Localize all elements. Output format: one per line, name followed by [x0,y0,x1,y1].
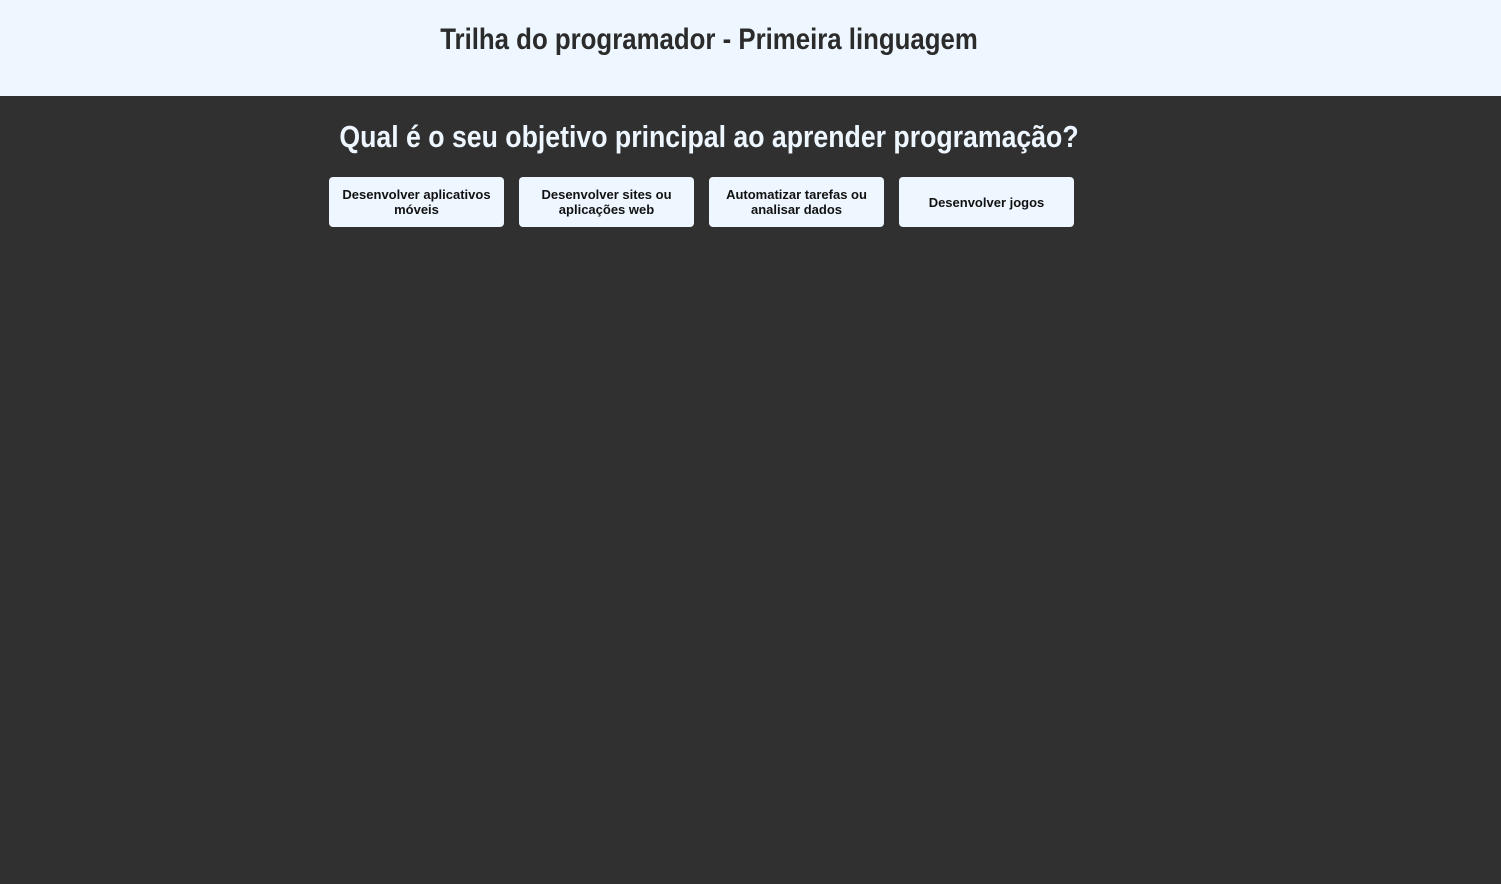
option-mobile-apps-button[interactable]: Desenvolver aplicativos móveis [329,177,504,227]
answer-options: Desenvolver aplicativos móveis Desenvolv… [329,177,1074,227]
page-title: Trilha do programador - Primeira linguag… [440,23,978,56]
option-automation-data-button[interactable]: Automatizar tarefas ou analisar dados [709,177,884,227]
option-games-button[interactable]: Desenvolver jogos [899,177,1074,227]
option-web-sites-button[interactable]: Desenvolver sites ou aplicações web [519,177,694,227]
quiz-section: Qual é o seu objetivo principal ao apren… [0,96,1501,884]
question-heading: Qual é o seu objetivo principal ao apren… [339,119,1079,154]
top-header: Trilha do programador - Primeira linguag… [0,0,1501,96]
